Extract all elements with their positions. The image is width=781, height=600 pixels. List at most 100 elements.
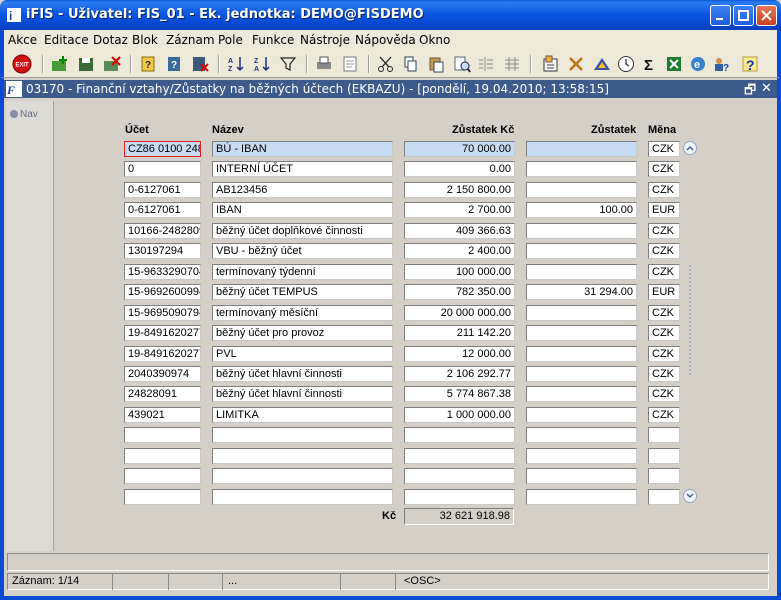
- sum-button[interactable]: Σ: [640, 54, 660, 74]
- columns-button[interactable]: [502, 54, 522, 74]
- cell-nazev[interactable]: běžný účet hlavní činnosti: [212, 366, 393, 382]
- copy-button[interactable]: [400, 54, 420, 74]
- clock-button[interactable]: [616, 54, 636, 74]
- cell-zustatek-kc[interactable]: 2 400.00: [404, 243, 515, 259]
- cell-mena[interactable]: CZK: [648, 325, 680, 341]
- cell-zustatek[interactable]: [526, 243, 637, 259]
- cell-zustatek[interactable]: [526, 346, 637, 362]
- menu-pole[interactable]: Pole: [218, 33, 243, 47]
- cell-ucet[interactable]: 439021: [124, 407, 201, 423]
- list-button[interactable]: [476, 54, 496, 74]
- cell-ucet[interactable]: [124, 427, 201, 443]
- cell-ucet[interactable]: 2040390974: [124, 366, 201, 382]
- cell-zustatek-kc[interactable]: 0.00: [404, 161, 515, 177]
- cell-ucet[interactable]: 24828091: [124, 386, 201, 402]
- close-window-button[interactable]: [756, 5, 777, 26]
- cell-mena[interactable]: CZK: [648, 223, 680, 239]
- cell-zustatek[interactable]: [526, 182, 637, 198]
- find-button[interactable]: [452, 54, 472, 74]
- menu-editace[interactable]: Editace: [44, 33, 89, 47]
- window-titlebar[interactable]: i iFIS - Uživatel: FIS_01 - Ek. jednotka…: [0, 0, 781, 30]
- cell-zustatek[interactable]: [526, 427, 637, 443]
- menu-akce[interactable]: Akce: [8, 33, 37, 47]
- cell-mena[interactable]: CZK: [648, 243, 680, 259]
- cell-ucet[interactable]: CZ86 0100 248: [124, 141, 201, 157]
- cell-mena[interactable]: CZK: [648, 264, 680, 280]
- cell-nazev[interactable]: termínovaný týdenní: [212, 264, 393, 280]
- cell-ucet[interactable]: 19-8491620277: [124, 346, 201, 362]
- cell-mena[interactable]: CZK: [648, 141, 680, 157]
- scroll-up-button[interactable]: [683, 141, 697, 155]
- cell-zustatek-kc[interactable]: 1 000 000.00: [404, 407, 515, 423]
- cell-zustatek[interactable]: 31 294.00: [526, 284, 637, 300]
- warning-button[interactable]: [592, 54, 612, 74]
- cell-nazev[interactable]: LIMITKA: [212, 407, 393, 423]
- cell-ucet[interactable]: 15-9692600994: [124, 284, 201, 300]
- cell-zustatek-kc[interactable]: 70 000.00: [404, 141, 515, 157]
- cell-zustatek-kc[interactable]: 2 106 292.77: [404, 366, 515, 382]
- cell-zustatek[interactable]: [526, 223, 637, 239]
- cell-zustatek-kc[interactable]: [404, 468, 515, 484]
- cell-ucet[interactable]: [124, 489, 201, 505]
- cell-zustatek-kc[interactable]: 20 000 000.00: [404, 305, 515, 321]
- close-document-button[interactable]: ✕: [761, 81, 772, 96]
- menu-nastroje[interactable]: Nástroje: [300, 33, 350, 47]
- cell-nazev[interactable]: PVL: [212, 346, 393, 362]
- menu-blok[interactable]: Blok: [132, 33, 158, 47]
- internet-button[interactable]: e: [688, 54, 708, 74]
- cell-nazev[interactable]: [212, 468, 393, 484]
- delete-button[interactable]: [102, 54, 122, 74]
- cell-zustatek-kc[interactable]: [404, 427, 515, 443]
- cell-nazev[interactable]: BÚ - IBAN: [212, 141, 393, 157]
- restore-document-button[interactable]: 🗗: [744, 81, 756, 103]
- print-preview-button[interactable]: [340, 54, 360, 74]
- cell-nazev[interactable]: INTERNÍ ÚČET: [212, 161, 393, 177]
- cancel-query-button[interactable]: [190, 54, 210, 74]
- cell-zustatek-kc[interactable]: 2 150 800.00: [404, 182, 515, 198]
- cell-ucet[interactable]: 19-8491620277: [124, 325, 201, 341]
- cell-zustatek[interactable]: [526, 325, 637, 341]
- cell-nazev[interactable]: [212, 427, 393, 443]
- scroll-down-button[interactable]: [683, 489, 697, 503]
- cell-zustatek-kc[interactable]: 12 000.00: [404, 346, 515, 362]
- cell-ucet[interactable]: 15-9633290704: [124, 264, 201, 280]
- cell-zustatek[interactable]: [526, 161, 637, 177]
- vertical-scrollbar[interactable]: [683, 141, 697, 503]
- cell-ucet[interactable]: [124, 448, 201, 464]
- excel-button[interactable]: [664, 54, 684, 74]
- scroll-track[interactable]: [687, 157, 693, 487]
- sort-desc-button[interactable]: ZA: [252, 54, 272, 74]
- menu-zaznam[interactable]: Záznam: [166, 33, 215, 47]
- cell-mena[interactable]: [648, 489, 680, 505]
- cell-nazev[interactable]: AB123456: [212, 182, 393, 198]
- cell-zustatek[interactable]: [526, 264, 637, 280]
- cell-mena[interactable]: CZK: [648, 161, 680, 177]
- cell-nazev[interactable]: IBAN: [212, 202, 393, 218]
- cell-zustatek[interactable]: [526, 407, 637, 423]
- cell-mena[interactable]: CZK: [648, 305, 680, 321]
- cell-ucet[interactable]: 0-6127061: [124, 182, 201, 198]
- save-button[interactable]: [76, 54, 96, 74]
- cell-mena[interactable]: EUR: [648, 284, 680, 300]
- cell-mena[interactable]: EUR: [648, 202, 680, 218]
- menu-napoveda[interactable]: Nápověda: [355, 33, 416, 47]
- cell-ucet[interactable]: 0-6127061: [124, 202, 201, 218]
- menu-funkce[interactable]: Funkce: [252, 33, 294, 47]
- print-button[interactable]: [314, 54, 334, 74]
- cell-nazev[interactable]: běžný účet doplňkové činnosti: [212, 223, 393, 239]
- cell-mena[interactable]: CZK: [648, 182, 680, 198]
- cell-nazev[interactable]: [212, 489, 393, 505]
- cell-mena[interactable]: CZK: [648, 386, 680, 402]
- cell-ucet[interactable]: [124, 468, 201, 484]
- cell-ucet[interactable]: 0: [124, 161, 201, 177]
- cell-zustatek-kc[interactable]: [404, 448, 515, 464]
- sort-asc-button[interactable]: AZ: [226, 54, 246, 74]
- cell-zustatek[interactable]: [526, 386, 637, 402]
- cell-zustatek-kc[interactable]: 211 142.20: [404, 325, 515, 341]
- cell-zustatek[interactable]: [526, 366, 637, 382]
- cell-nazev[interactable]: běžný účet TEMPUS: [212, 284, 393, 300]
- cell-mena[interactable]: CZK: [648, 346, 680, 362]
- add-record-button[interactable]: [50, 54, 70, 74]
- cut-button[interactable]: [376, 54, 396, 74]
- cell-nazev[interactable]: běžný účet pro provoz: [212, 325, 393, 341]
